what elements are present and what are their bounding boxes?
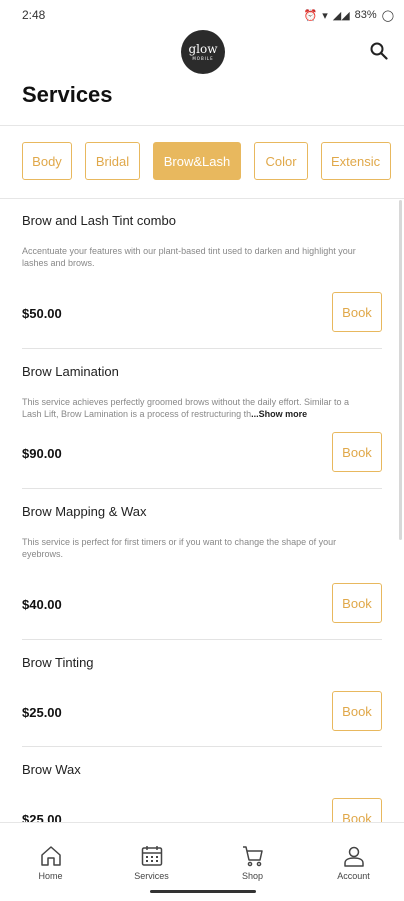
tab-body[interactable]: Body xyxy=(22,142,72,180)
service-item: Brow Tinting $25.00 Book xyxy=(22,640,382,747)
tab-label: Bridal xyxy=(95,153,130,169)
alarm-icon: ⏰ xyxy=(303,9,318,22)
nav-label: Account xyxy=(337,871,370,881)
tab-extensions[interactable]: Extensic xyxy=(321,142,391,180)
book-button[interactable]: Book xyxy=(332,292,382,332)
service-price: $25.00 xyxy=(22,705,62,720)
service-price: $40.00 xyxy=(22,597,62,612)
nav-account[interactable]: Account xyxy=(303,823,404,901)
service-name: Brow Lamination xyxy=(22,364,119,379)
battery-icon: ◯ xyxy=(381,9,394,22)
book-button[interactable]: Book xyxy=(332,798,382,822)
nav-label: Home xyxy=(38,871,63,881)
services-list: Brow and Lash Tint combo Accentuate your… xyxy=(0,198,404,822)
category-tabs: Body Bridal Brow&Lash Color Extensic xyxy=(0,125,404,199)
nav-home[interactable]: Home xyxy=(0,823,101,901)
home-indicator[interactable] xyxy=(150,890,256,893)
signal-icon: ◢◢ xyxy=(332,9,350,22)
battery-percent: 83% xyxy=(354,9,377,21)
nav-label: Services xyxy=(134,871,169,881)
status-bar: 2:48 ⏰ ▾ ◢◢ 83% ◯ xyxy=(0,0,404,30)
tab-label: Body xyxy=(32,153,62,169)
status-time: 2:48 xyxy=(22,8,46,22)
book-button[interactable]: Book xyxy=(332,583,382,623)
service-description: Accentuate your features with our plant-… xyxy=(22,246,356,268)
logo-sub: MOBILE xyxy=(192,56,214,61)
book-button[interactable]: Book xyxy=(332,691,382,731)
tab-label: Extensic xyxy=(331,153,381,169)
show-more-link[interactable]: ...Show more xyxy=(251,409,307,419)
scrollbar[interactable] xyxy=(399,200,402,540)
calendar-icon xyxy=(141,846,162,866)
service-item: Brow Mapping & Wax This service is perfe… xyxy=(22,489,382,640)
nav-label: Shop xyxy=(241,871,264,881)
page-title: Services xyxy=(22,82,113,107)
service-name: Brow and Lash Tint combo xyxy=(22,213,176,228)
service-description: This service achieves perfectly groomed … xyxy=(22,396,370,420)
service-name: Brow Mapping & Wax xyxy=(22,504,147,519)
wifi-icon: ▾ xyxy=(322,9,328,22)
tab-brow-lash[interactable]: Brow&Lash xyxy=(153,142,241,180)
user-icon xyxy=(343,846,364,867)
service-price: $25.00 xyxy=(22,812,62,822)
status-icons: ⏰ ▾ ◢◢ 83% ◯ xyxy=(304,9,395,22)
service-name: Brow Tinting xyxy=(22,655,94,670)
service-description: This service is perfect for first timers… xyxy=(22,537,337,559)
service-item: Brow and Lash Tint combo Accentuate your… xyxy=(22,198,382,349)
tab-color[interactable]: Color xyxy=(254,142,308,180)
home-icon xyxy=(40,846,61,866)
logo-text: glow xyxy=(188,42,218,56)
service-item: Brow Lamination This service achieves pe… xyxy=(22,349,382,489)
tab-bridal[interactable]: Bridal xyxy=(85,142,140,180)
cart-icon xyxy=(242,846,263,867)
service-name: Brow Wax xyxy=(22,762,81,777)
app-header: glow MOBILE Services xyxy=(0,30,404,125)
search-icon[interactable] xyxy=(370,42,388,60)
tab-label: Brow&Lash xyxy=(163,153,231,169)
service-price: $50.00 xyxy=(22,306,62,321)
book-button[interactable]: Book xyxy=(332,432,382,472)
tab-label: Color xyxy=(265,153,297,169)
service-item: Brow Wax $25.00 Book xyxy=(22,747,382,822)
app-logo: glow MOBILE xyxy=(181,30,225,74)
service-price: $90.00 xyxy=(22,446,62,461)
